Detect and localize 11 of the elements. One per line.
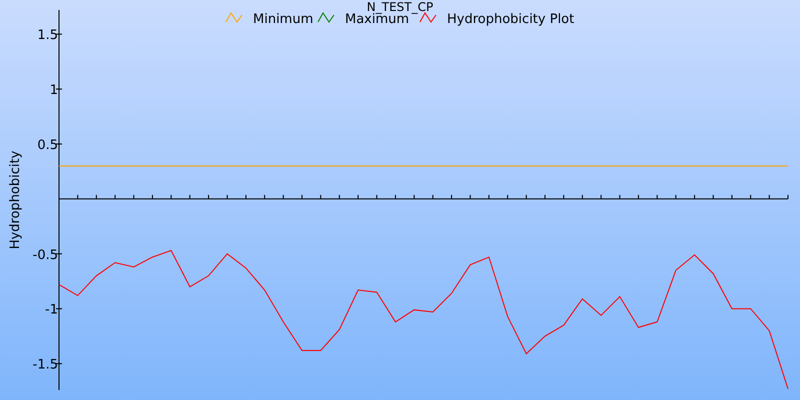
- y-tick-label: -0.5: [32, 248, 58, 263]
- legend-label: Maximum: [345, 12, 410, 27]
- y-tick-label: 1: [50, 83, 58, 98]
- y-tick-label: -1: [45, 302, 58, 318]
- legend-label: Hydrophobicity Plot: [447, 12, 574, 27]
- legend-label: Minimum: [253, 12, 314, 27]
- y-tick-label: 0.5: [37, 138, 58, 153]
- y-tick-label: -1.5: [32, 358, 58, 373]
- y-axis-label: Hydrophobicity: [8, 150, 23, 250]
- y-tick-label: 1.5: [37, 28, 58, 44]
- chart-title: N_TEST_CP: [366, 0, 434, 14]
